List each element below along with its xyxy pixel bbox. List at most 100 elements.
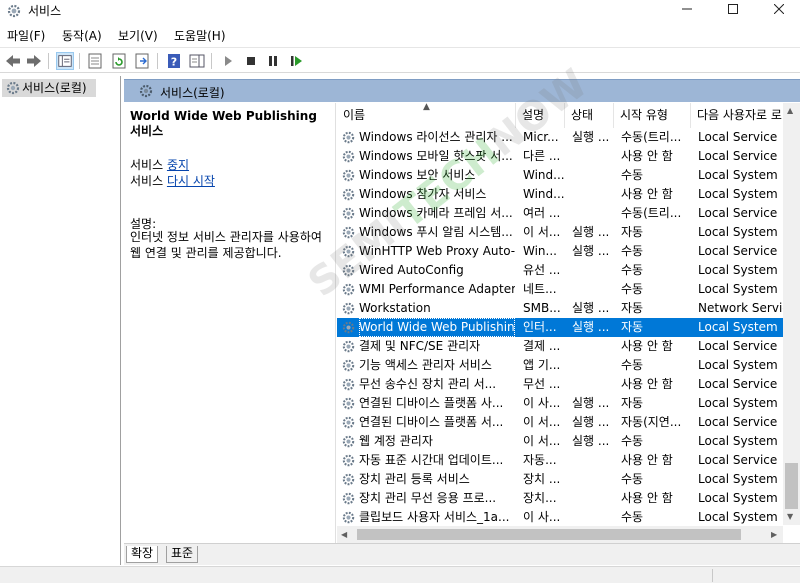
service-status: 실행 ... [572,130,610,144]
stop-icon[interactable] [242,52,260,70]
scroll-down-icon[interactable]: ▼ [787,512,793,521]
gear-icon [342,131,355,144]
service-logon-as: Local System [698,358,778,372]
table-row[interactable]: Windows 보안 서비스 Wind... 수동 Local System [337,166,783,185]
tab-extended[interactable]: 확장 [126,546,159,563]
service-name: Windows 푸시 알림 시스템... [359,225,513,239]
service-status [572,508,616,527]
view-tabs: 확장 표준 [124,543,800,565]
column-header-name[interactable]: 이름 ▲ [337,103,516,128]
column-header-status[interactable]: 상태 [565,103,614,128]
table-row[interactable]: 자동 표준 시간대 업데이트... 자동... 사용 안 함 Local Servic… [337,451,783,470]
scroll-right-icon[interactable]: ▶ [771,530,777,539]
service-name: Windows 보안 서비스 [359,168,476,182]
table-row[interactable]: 웹 계정 관리자 이 서... 실행 ... 수동 Local System [337,432,783,451]
toolbar-separator [79,53,80,69]
menu-help[interactable]: 도움말(H) [174,27,226,44]
column-header-label: 이름 [343,108,366,122]
service-status [572,337,616,356]
minimize-button[interactable] [664,0,710,22]
menu-view[interactable]: 보기(V) [118,27,158,44]
table-row[interactable]: 기능 액세스 관리자 서비스 앱 기... 수동 Local System [337,356,783,375]
table-row[interactable]: Windows 푸시 알림 시스템... 이 서... 실행 ... 자동 Local … [337,223,783,242]
table-row[interactable]: 결제 및 NFC/SE 관리자 결제 ... 사용 안 함 Local Service [337,337,783,356]
service-startup-type: 수동 [621,358,644,372]
scroll-left-icon[interactable]: ◀ [341,530,347,539]
selected-service-title: World Wide Web Publishing 서비스 [130,109,317,138]
service-startup-type: 사용 안 함 [621,187,673,201]
service-logon-as: Local System [698,472,778,486]
horizontal-scroll-thumb[interactable] [357,529,741,540]
column-header-startup-type[interactable]: 시작 유형 [614,103,691,128]
close-button[interactable] [756,0,800,22]
table-row[interactable]: Windows 모바일 핫스팟 서... 다른 ... 사용 안 함 Local Se… [337,147,783,166]
back-arrow-icon[interactable] [4,52,22,70]
service-status: 실행 ... [572,415,610,429]
service-logon-as: Local System [698,320,778,334]
restart-prefix: 서비스 [130,174,167,188]
service-status [572,489,616,508]
service-logon-as: Local System [698,225,778,239]
table-row[interactable]: 연결된 디바이스 플랫폼 사... 이 사... 실행 ... 자동 Local Sys… [337,394,783,413]
table-row[interactable]: Wired AutoConfig 유선 ... 수동 Local System [337,261,783,280]
tab-standard[interactable]: 표준 [166,546,199,563]
gear-icon [342,492,355,505]
table-row[interactable]: WMI Performance Adapter 네트... 수동 Local Syst… [337,280,783,299]
restart-icon[interactable] [287,52,305,70]
table-row[interactable]: Workstation SMB... 실행 ... 자동 Network Service [337,299,788,318]
service-logon-as: Local Service [698,149,778,163]
table-row[interactable]: 클립보드 사용자 서비스_1a... 이 사... 수동 Local System [337,508,783,527]
show-tree-icon[interactable] [56,52,74,70]
service-rows: Windows 라이선스 관리자 ... Micr... 실행 ... 수동(트리..… [337,128,788,527]
service-status [572,166,616,185]
action-pane-icon[interactable] [188,52,206,70]
menu-action[interactable]: 동작(A) [62,27,102,44]
service-status [572,280,616,299]
gear-icon [342,473,355,486]
stop-service-link[interactable]: 중지 [167,158,189,172]
help-icon[interactable]: ? [165,52,183,70]
service-description: 인터... [523,320,557,334]
service-name: 웹 계정 관리자 [359,434,433,448]
service-startup-type: 자동 [621,301,644,315]
pause-icon[interactable] [264,52,282,70]
properties-icon[interactable] [86,52,104,70]
table-row[interactable]: Windows 라이선스 관리자 ... Micr... 실행 ... 수동(트리..… [337,128,783,147]
service-description: 다른 ... [523,149,561,163]
play-icon[interactable] [219,52,237,70]
restart-service-link[interactable]: 다시 시작 [167,174,215,188]
scroll-up-icon[interactable]: ▲ [787,106,793,115]
service-description: Micr... [523,130,559,144]
table-row[interactable]: 장치 관리 무선 응용 프로... 장치... 사용 안 함 Local System [337,489,783,508]
service-logon-as: Local Service [698,415,778,429]
vertical-scroll-thumb[interactable] [785,463,798,509]
service-startup-type: 수동 [621,263,644,277]
vertical-scrollbar[interactable]: ▲ ▼ [783,103,800,525]
forward-arrow-icon[interactable] [25,52,43,70]
horizontal-scrollbar[interactable]: ◀ ▶ [337,526,783,543]
service-description: 앱 기... [523,358,561,372]
table-row[interactable]: WinHTTP Web Proxy Auto-... Win... 실행 ... 수동… [337,242,783,261]
export-list-icon[interactable] [133,52,151,70]
service-startup-type: 자동 [621,320,644,334]
service-name: 연결된 디바이스 플랫폼 서... [359,415,504,429]
maximize-button[interactable] [710,0,756,22]
main-header: 서비스(로컬) [124,79,800,102]
tree-item-label: 서비스(로컬) [22,81,87,95]
column-header-description[interactable]: 설명 [516,103,565,128]
table-row[interactable]: Windows 참가자 서비스 Wind... 사용 안 함 Local System [337,185,783,204]
table-row[interactable]: World Wide Web Publishin... 인터... 실행 ... 자동… [337,318,783,337]
toolbar-separator [157,53,158,69]
gear-icon [6,81,20,95]
table-row[interactable]: 연결된 디바이스 플랫폼 서... 이 서... 실행 ... 자동(지연... Loc… [337,413,783,432]
service-logon-as: Local Service [698,339,778,353]
table-row[interactable]: 무선 송수신 장치 관리 서... 무선 ... 사용 안 함 Local Servi… [337,375,783,394]
svg-text:?: ? [171,56,177,69]
service-description: 이 사... [523,396,561,410]
menu-file[interactable]: 파일(F) [7,27,45,44]
table-row[interactable]: Windows 카메라 프레임 서... 여러 ... 수동(트리... Local … [337,204,783,223]
table-row[interactable]: 장치 관리 등록 서비스 장치 ... 수동 Local System [337,470,783,489]
gear-icon [342,321,355,334]
refresh-icon[interactable] [110,52,128,70]
tree-item-services-local[interactable]: 서비스(로컬) [2,79,96,97]
